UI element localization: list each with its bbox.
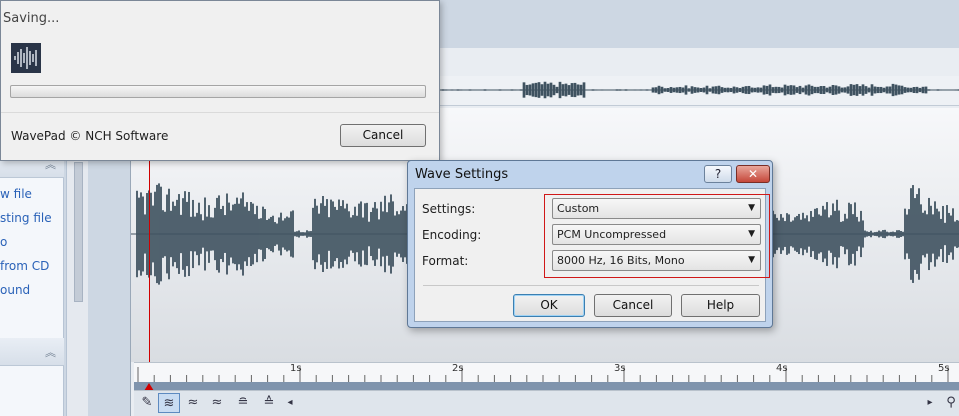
horizontal-scrollbar[interactable]	[134, 382, 959, 390]
left-task-panel: ︽ w file sting file o from CD ound ︽	[0, 150, 64, 416]
dialog-separator	[423, 285, 759, 286]
panel-header-bottom[interactable]: ︽	[0, 338, 64, 366]
task-link-record-audio[interactable]: o	[0, 235, 7, 249]
timeline-label: 4s	[776, 363, 788, 374]
align-center-icon[interactable]: ≙	[258, 393, 280, 413]
waveform-view-icon[interactable]: ≈	[182, 393, 204, 413]
scroll-left-icon[interactable]: ◂	[284, 393, 296, 413]
help-title-button[interactable]: ?	[704, 165, 732, 183]
spectral-view-icon[interactable]: ≈	[206, 393, 228, 413]
timeline-label: 3s	[614, 363, 626, 374]
scrollbar-thumb[interactable]	[74, 162, 83, 302]
task-link-load-from-cd[interactable]: from CD	[0, 259, 49, 273]
left-panel-scrollbar[interactable]	[66, 150, 88, 416]
bottom-toolbar: ✎ ≋ ≈ ≈ ≘ ≙ ◂ ▸ ⚲	[134, 390, 959, 416]
timeline-label: 5s	[938, 363, 950, 374]
collapse-icon[interactable]: ︽	[45, 344, 56, 360]
align-left-icon[interactable]: ≘	[232, 393, 254, 413]
saving-dialog-title: Saving...	[3, 11, 60, 26]
timeline-label: 2s	[452, 363, 464, 374]
close-button[interactable]: ✕	[736, 165, 770, 183]
pencil-icon[interactable]: ✎	[136, 393, 158, 413]
copyright-text: WavePad © NCH Software	[11, 129, 169, 143]
wave-settings-body: Settings: Custom ▼ Encoding: PCM Uncompr…	[414, 188, 770, 322]
wavepad-icon	[11, 43, 41, 73]
wave-settings-title: Wave Settings	[415, 167, 509, 182]
task-link-sound[interactable]: ound	[0, 283, 30, 297]
scroll-right-icon[interactable]: ▸	[924, 393, 936, 413]
red-highlight-annotation	[544, 194, 770, 278]
ok-button[interactable]: OK	[513, 294, 585, 317]
timeline-label: 1s	[290, 363, 302, 374]
encoding-label: Encoding:	[422, 228, 482, 242]
help-button[interactable]: Help	[681, 294, 760, 317]
zoom-icon[interactable]: ⚲	[940, 393, 959, 413]
format-label: Format:	[422, 254, 469, 268]
playback-cursor[interactable]	[149, 160, 150, 390]
task-link-open-existing-file[interactable]: sting file	[0, 211, 52, 225]
waveform-select-icon[interactable]: ≋	[158, 393, 180, 413]
timeline-ruler[interactable]: 1s 2s 3s 4s 5s	[134, 362, 959, 384]
settings-label: Settings:	[422, 202, 476, 216]
saving-dialog-footer: WavePad © NCH Software Cancel	[1, 112, 439, 160]
wavepad-icon-graphic	[14, 47, 37, 69]
task-link-new-file[interactable]: w file	[0, 187, 32, 201]
save-progress-bar	[10, 85, 426, 98]
saving-dialog: Saving... WavePad © NCH Software Cancel	[0, 0, 440, 161]
wave-settings-dialog: Wave Settings ? ✕ Settings: Custom ▼ Enc…	[407, 160, 773, 328]
saving-cancel-button[interactable]: Cancel	[340, 124, 426, 147]
cancel-button[interactable]: Cancel	[594, 294, 672, 317]
